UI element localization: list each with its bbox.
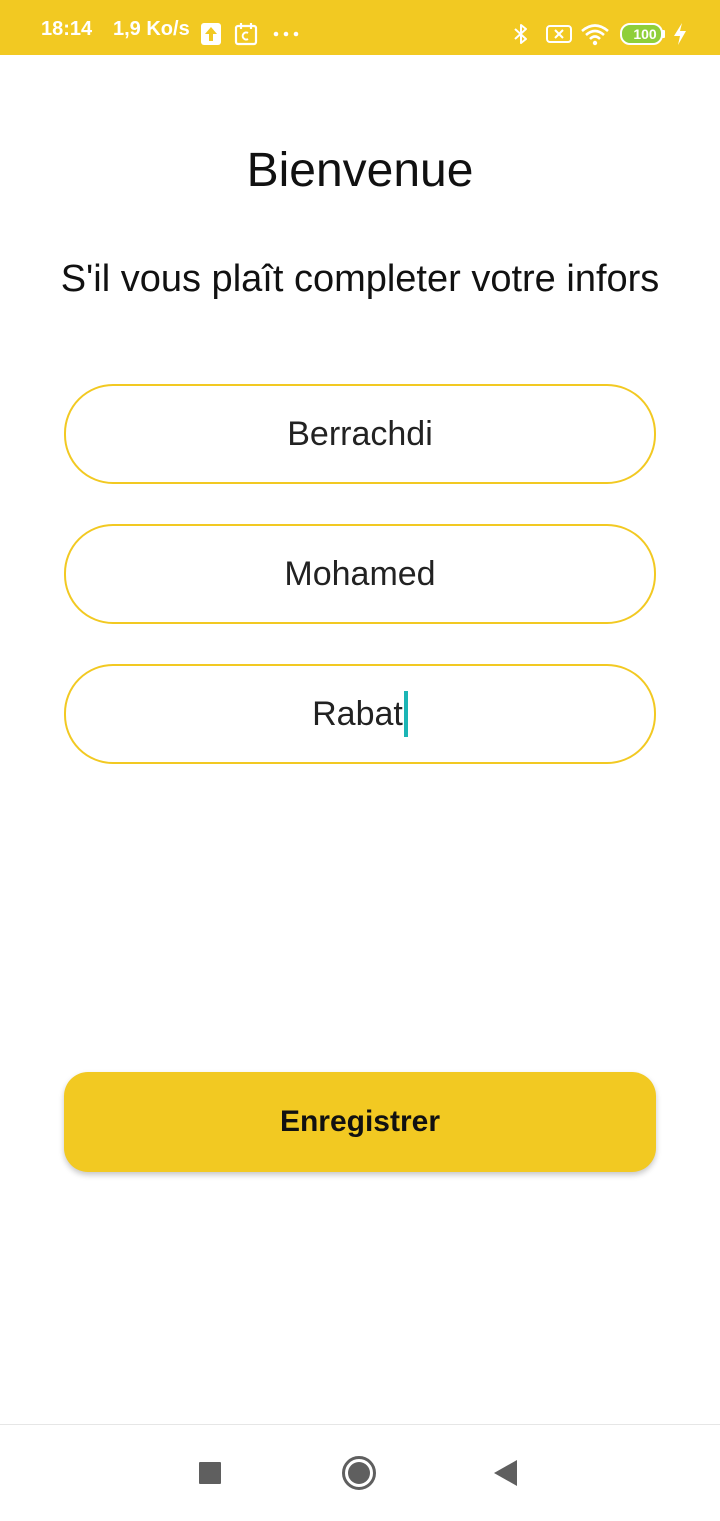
first-name-field[interactable]: Mohamed	[64, 524, 656, 624]
more-dots-icon	[273, 31, 299, 37]
city-field[interactable]: Rabat	[64, 664, 656, 764]
page-title: Bienvenue	[246, 144, 474, 197]
first-name-value: Mohamed	[284, 555, 436, 593]
page-subtitle: S'il vous plaît completer votre infors	[60, 258, 660, 300]
save-button-label: Enregistrer	[279, 1105, 441, 1138]
charging-icon	[674, 23, 686, 45]
text-cursor	[403, 691, 408, 737]
upload-icon	[201, 23, 221, 45]
city-value: Rabat	[312, 695, 403, 733]
status-time: 18:14	[41, 18, 93, 40]
navigation-bar	[0, 1424, 720, 1521]
status-bar: 18:14 1,9 Ko/s 100	[0, 0, 720, 55]
network-speed: 1,9 Ko/s	[113, 18, 190, 40]
last-name-value: Berrachdi	[287, 415, 433, 453]
no-sim-icon	[546, 25, 572, 43]
battery-level: 100	[633, 26, 657, 42]
home-icon[interactable]	[341, 1455, 377, 1491]
wifi-icon	[581, 24, 609, 46]
calendar-icon	[234, 23, 258, 46]
bluetooth-icon	[514, 24, 527, 44]
save-button[interactable]: Enregistrer	[64, 1072, 656, 1172]
last-name-field[interactable]: Berrachdi	[64, 384, 656, 484]
recents-icon[interactable]	[192, 1455, 228, 1491]
back-icon[interactable]	[489, 1455, 525, 1491]
